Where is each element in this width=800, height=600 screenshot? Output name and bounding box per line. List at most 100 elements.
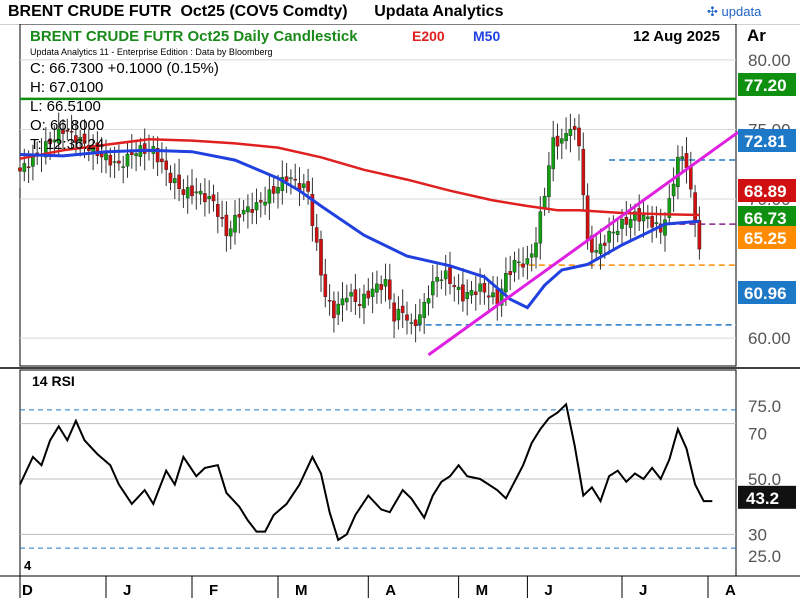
candle-body <box>413 319 418 327</box>
candle-body <box>650 216 654 228</box>
provider-text: Updata Analytics 11 - Enterprise Edition… <box>30 47 272 57</box>
candle-body <box>676 156 680 187</box>
candle-body <box>603 242 607 246</box>
price-y-tick-label: 80.00 <box>748 51 791 70</box>
candle-body <box>491 292 495 298</box>
candle-body <box>142 143 147 154</box>
legend-m50: M50 <box>473 28 500 44</box>
candle-body <box>538 211 543 244</box>
candle-body <box>598 243 603 254</box>
candle-body <box>233 215 237 233</box>
x-year-marker: 4 <box>24 558 32 573</box>
candle-body <box>302 183 306 188</box>
x-tick-label: J <box>123 582 131 599</box>
x-tick-label: F <box>209 582 218 599</box>
ohlc-readout-line: O: 66.8000 <box>30 117 104 134</box>
candle-body <box>478 283 482 292</box>
candle-body <box>568 128 573 136</box>
candle-body <box>624 216 629 225</box>
candle-body <box>198 190 203 195</box>
chart-title: BRENT CRUDE FUTR Oct25 Daily Candlestick <box>30 28 358 45</box>
brand-logo: ✣ updata <box>707 4 761 20</box>
rsi-value-label: 43.2 <box>746 489 779 508</box>
candle-body <box>431 281 435 296</box>
candle-body <box>474 291 478 295</box>
candle-body <box>366 290 371 299</box>
candle-body <box>594 250 598 253</box>
rsi-y-tick-label: 70 <box>748 425 767 444</box>
candle-body <box>241 209 246 215</box>
candle-body <box>585 195 590 240</box>
candle-body <box>370 288 375 297</box>
candle-body <box>435 276 439 282</box>
candle-body <box>663 219 667 236</box>
candle-body <box>203 193 207 203</box>
candle-body <box>353 289 358 302</box>
candle-body <box>486 295 491 298</box>
candle-body <box>517 261 521 264</box>
candle-body <box>529 253 534 258</box>
candle-body <box>246 206 250 213</box>
ohlc-readout-line: C: 66.7300 +0.1000 (0.15%) <box>30 60 219 77</box>
candle-body <box>409 322 414 324</box>
candle-body <box>332 300 336 319</box>
candle-body <box>104 153 108 161</box>
candle-body <box>525 258 530 265</box>
updata-logo-icon: ✣ <box>707 4 718 19</box>
candle-body <box>693 192 697 221</box>
candle-body <box>220 217 224 219</box>
candle-body <box>271 186 276 194</box>
candle-body <box>581 148 586 196</box>
price-tag-label: 68.89 <box>744 182 787 201</box>
candle-body <box>254 202 259 211</box>
candle-body <box>620 219 624 229</box>
candle-body <box>340 298 345 306</box>
candle-body <box>314 227 319 243</box>
candle-body <box>164 160 169 170</box>
x-tick-label: J <box>639 582 647 599</box>
candle-body <box>237 214 242 218</box>
candle-body <box>534 242 538 258</box>
brand-text: updata <box>721 4 762 19</box>
rsi-y-tick-label: 25.0 <box>748 547 781 566</box>
rsi-y-tick-label: 30 <box>748 525 767 544</box>
window-title: BRENT CRUDE FUTR Oct25 (COV5 Comdty) Upd… <box>8 3 504 20</box>
candle-body <box>357 303 362 306</box>
price-y-tick-label: 60.00 <box>748 329 791 348</box>
candle-body <box>697 220 702 250</box>
candle-body <box>628 218 633 228</box>
x-tick-label: A <box>385 582 396 599</box>
rsi-panel <box>19 369 737 577</box>
candle-body <box>375 283 379 293</box>
ohlc-readout-line: H: 67.0100 <box>30 79 103 96</box>
candle-body <box>177 174 181 189</box>
candle-body <box>190 185 194 197</box>
candle-body <box>637 208 641 222</box>
ohlc-readout-line: T: 12:36:24 <box>30 136 104 153</box>
candle-body <box>396 308 401 321</box>
candle-body <box>555 135 560 147</box>
candle-body <box>383 279 388 287</box>
candle-body <box>448 267 452 284</box>
chart-area: 80.0075.0070.0060.00BRENT CRUDE FUTR Oct… <box>0 24 800 599</box>
x-tick-label: D <box>22 582 33 599</box>
candle-body <box>461 284 465 302</box>
candle-body <box>482 283 487 293</box>
candle-body <box>641 215 646 222</box>
candle-body <box>134 153 138 157</box>
ohlc-readout-line: L: 66.5100 <box>30 98 101 115</box>
price-tag-label: 72.81 <box>744 132 787 151</box>
candle-body <box>607 231 611 243</box>
candle-body <box>160 158 164 163</box>
candle-body <box>572 126 577 130</box>
candle-body <box>564 133 568 142</box>
candle-body <box>689 166 693 190</box>
candle-body <box>306 181 310 192</box>
candle-body <box>422 301 427 318</box>
price-tag-label: 66.73 <box>744 209 787 228</box>
candle-body <box>551 137 555 170</box>
candle-body <box>194 191 199 194</box>
x-tick-label: M <box>295 582 308 599</box>
candle-body <box>521 263 525 268</box>
candle-body <box>224 214 229 237</box>
